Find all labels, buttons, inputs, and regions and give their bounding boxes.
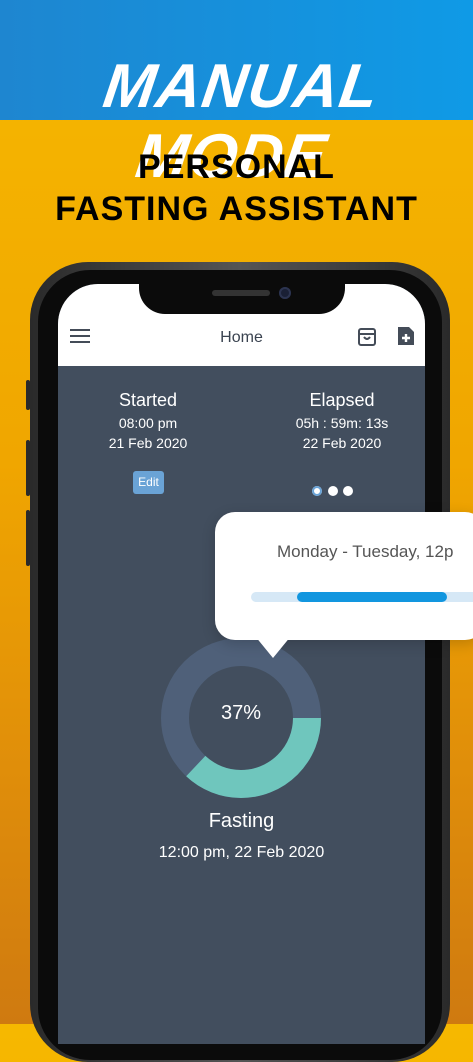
app-screen: Home Started 08:00 pm 21 Feb 2020 Edit E… — [58, 284, 425, 1044]
elapsed-label: Elapsed — [309, 390, 375, 410]
started-time: 08:00 pm — [118, 415, 178, 431]
started-date: 21 Feb 2020 — [108, 435, 188, 451]
phone-mute-switch — [26, 380, 30, 410]
page-dot-1[interactable] — [312, 486, 322, 496]
add-note-icon[interactable] — [396, 325, 416, 347]
headline: PERSONAL FASTING ASSISTANT — [0, 146, 473, 230]
page-dot-3[interactable] — [343, 486, 353, 496]
elapsed-date: 22 Feb 2020 — [302, 435, 382, 451]
tooltip-text: Monday - Tuesday, 12p — [277, 542, 454, 561]
status-time: 12:00 pm, 22 Feb 2020 — [158, 844, 325, 861]
started-label: Started — [118, 390, 178, 410]
phone-speaker — [212, 290, 270, 296]
edit-start-button[interactable]: Edit — [133, 471, 164, 494]
schedule-tooltip: Monday - Tuesday, 12p — [215, 512, 473, 640]
elapsed-time: 05h : 59m: 13s — [295, 415, 389, 431]
elapsed-block: Elapsed 05h : 59m: 13s 22 Feb 2020 — [252, 390, 425, 451]
phone-volume-down — [26, 510, 30, 566]
started-block: Started 08:00 pm 21 Feb 2020 — [58, 390, 238, 451]
tooltip-arrow — [255, 636, 291, 658]
page-indicator — [312, 486, 353, 498]
tooltip-progress-fill — [297, 592, 447, 602]
headline-line-2: FASTING ASSISTANT — [55, 190, 418, 228]
page-dot-2[interactable] — [328, 486, 338, 496]
phone-volume-up — [26, 440, 30, 496]
phone-camera — [279, 287, 291, 299]
bag-icon[interactable] — [357, 325, 377, 347]
status-label: Fasting — [208, 810, 275, 832]
headline-line-1: PERSONAL — [138, 148, 335, 186]
progress-percent: 37% — [220, 702, 262, 724]
